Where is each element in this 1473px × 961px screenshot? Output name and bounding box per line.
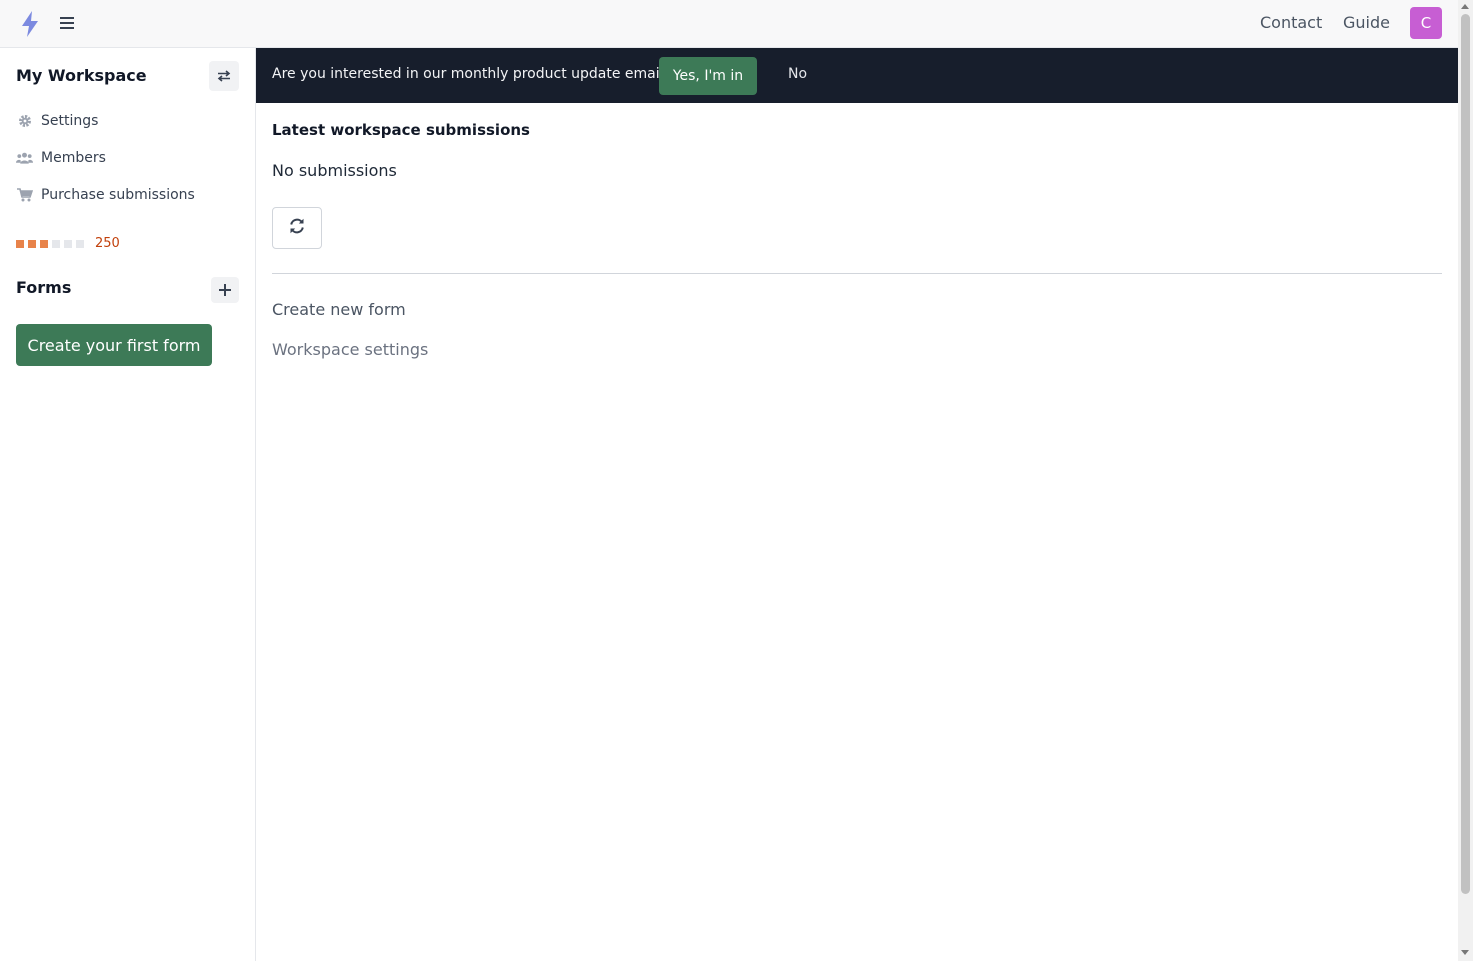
sidebar-item-members[interactable]: Members bbox=[16, 150, 106, 166]
hamburger-icon[interactable] bbox=[59, 15, 75, 31]
empty-state-text: No submissions bbox=[272, 161, 397, 180]
divider bbox=[272, 273, 1442, 274]
meter-segment bbox=[64, 239, 72, 248]
switch-workspace-button[interactable] bbox=[209, 61, 239, 91]
no-button[interactable]: No bbox=[788, 66, 807, 82]
create-first-form-button[interactable]: Create your first form bbox=[16, 324, 212, 366]
meter-segment bbox=[76, 239, 84, 248]
scroll-up-icon[interactable] bbox=[1461, 4, 1469, 9]
banner-question: Are you interested in our monthly produc… bbox=[272, 66, 671, 82]
main-content: Latest workspace submissions No submissi… bbox=[256, 103, 1458, 961]
sidebar-item-settings[interactable]: Settings bbox=[16, 113, 98, 129]
sidebar-item-purchase-submissions[interactable]: Purchase submissions bbox=[16, 187, 195, 203]
refresh-icon bbox=[288, 217, 306, 239]
contact-link[interactable]: Contact bbox=[1260, 13, 1322, 32]
scrollbar-thumb[interactable] bbox=[1461, 14, 1470, 894]
quota-value: 250 bbox=[95, 236, 120, 251]
workspace-settings-link[interactable]: Workspace settings bbox=[272, 340, 428, 359]
refresh-button[interactable] bbox=[272, 207, 322, 249]
sidebar-item-label: Purchase submissions bbox=[41, 187, 195, 203]
gear-icon bbox=[16, 114, 33, 129]
workspace-title: My Workspace bbox=[16, 66, 147, 85]
scroll-down-icon[interactable] bbox=[1461, 950, 1469, 955]
yes-button[interactable]: Yes, I'm in bbox=[659, 57, 757, 95]
sidebar-item-label: Members bbox=[41, 150, 106, 166]
sidebar-item-label: Settings bbox=[41, 113, 99, 129]
swap-arrows-icon bbox=[217, 67, 231, 86]
lightning-bolt-icon[interactable] bbox=[20, 10, 40, 38]
avatar[interactable]: C bbox=[1410, 7, 1442, 39]
submission-quota-meter: 250 bbox=[16, 236, 120, 251]
email-optin-banner: Are you interested in our monthly produc… bbox=[256, 48, 1458, 103]
meter-segment bbox=[28, 239, 36, 248]
create-new-form-link[interactable]: Create new form bbox=[272, 300, 406, 319]
users-icon bbox=[16, 151, 33, 166]
plus-icon bbox=[219, 281, 231, 300]
scrollbar[interactable] bbox=[1458, 0, 1473, 961]
forms-heading: Forms bbox=[16, 278, 72, 297]
meter-segment bbox=[52, 239, 60, 248]
add-form-button[interactable] bbox=[211, 277, 239, 303]
cart-icon bbox=[16, 188, 33, 203]
meter-segment bbox=[40, 239, 48, 248]
top-bar: Contact Guide C bbox=[0, 0, 1458, 48]
sidebar: My Workspace Settings Members Purchase s… bbox=[0, 48, 256, 961]
meter-segment bbox=[16, 239, 24, 248]
latest-submissions-heading: Latest workspace submissions bbox=[272, 121, 530, 139]
guide-link[interactable]: Guide bbox=[1343, 13, 1390, 32]
